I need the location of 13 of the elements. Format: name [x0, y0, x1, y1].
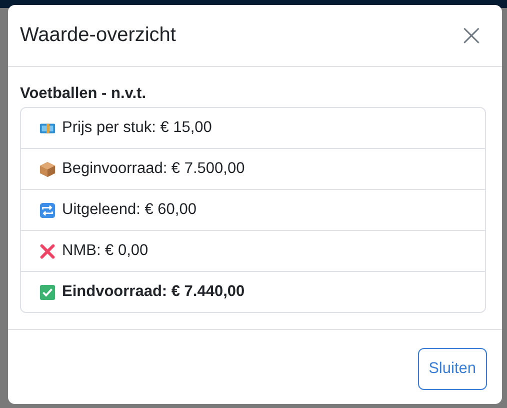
close-button[interactable]: × [454, 20, 488, 50]
checkmark-icon [39, 284, 56, 300]
value-line: Prijs per stuk: € 15,00 [62, 119, 212, 137]
cross-icon [39, 242, 56, 260]
value-line: Beginvoorraad: € 7.500,00 [62, 160, 245, 178]
box-icon [39, 160, 56, 178]
value-line: Eindvoorraad: € 7.440,00 [62, 283, 245, 301]
value-line: Uitgeleend: € 60,00 [62, 201, 196, 219]
value-line: NMB: € 0,00 [62, 242, 148, 260]
section-heading: Voetballen - n.v.t. [20, 85, 148, 103]
close-dialog-button[interactable]: Sluiten [418, 348, 487, 390]
repeat-icon [39, 202, 56, 218]
dialog-title: Waarde-overzicht [20, 24, 176, 47]
